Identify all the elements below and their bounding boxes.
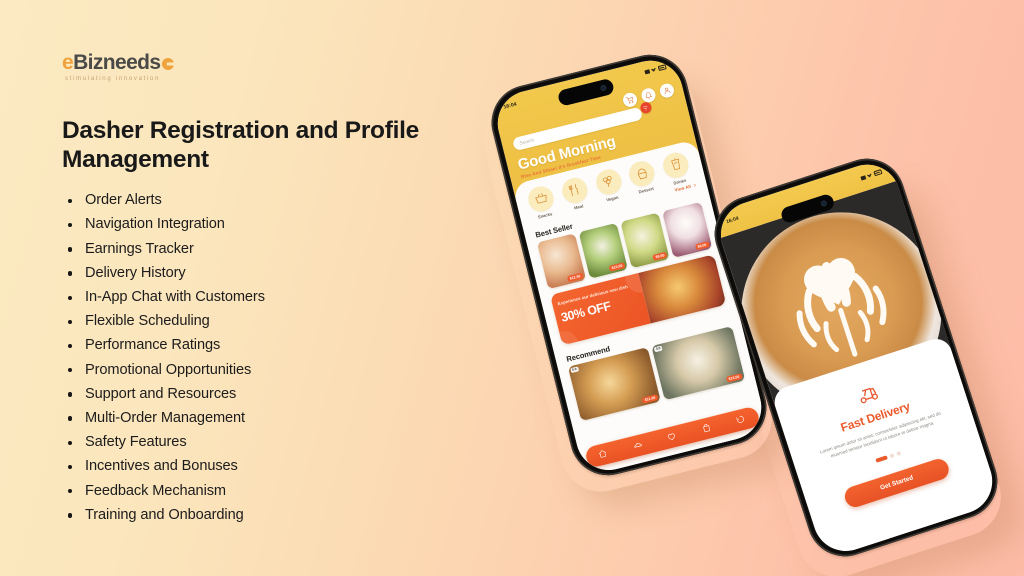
category-dessert[interactable]: Dessert: [623, 157, 662, 196]
page-dot[interactable]: [896, 450, 902, 456]
food-image: [620, 211, 670, 268]
category-meal[interactable]: Meal: [556, 174, 595, 213]
food-card[interactable]: $12.50: [536, 232, 586, 289]
category-vegan[interactable]: Vegan: [590, 166, 629, 205]
status-icons: [859, 169, 882, 181]
category-label: Snacks: [537, 210, 553, 220]
content-sheet: Snacks Meal Vegan Dessert Drinks View Al…: [511, 138, 768, 477]
drink-icon: [660, 149, 691, 180]
phone-mockups: 16:04 Search Good Morning Rise And Shine…: [0, 0, 1024, 576]
broccoli-icon: [593, 166, 624, 197]
order-icon[interactable]: [632, 440, 644, 452]
wifi-icon: [651, 67, 657, 72]
food-card[interactable]: $9.50: [620, 211, 670, 268]
food-image: [662, 201, 712, 258]
status-icons: [643, 64, 667, 75]
category-drinks[interactable]: Drinks: [657, 149, 696, 188]
basket-icon: [525, 183, 556, 214]
signal-icon: [643, 68, 650, 75]
heart-icon[interactable]: [666, 431, 678, 443]
page-dot[interactable]: [889, 452, 895, 458]
history-icon[interactable]: [735, 414, 747, 426]
recommend-row: 5.0 $11.00 5.0 $13.50: [567, 325, 745, 421]
front-camera-icon: [819, 199, 828, 207]
wifi-icon: [866, 173, 872, 178]
page-dot-active[interactable]: [875, 454, 888, 463]
food-image: [578, 222, 628, 279]
promo-image-pizza: [637, 253, 726, 324]
page-indicator: [875, 450, 902, 463]
cutlery-icon: [559, 174, 590, 206]
food-image: [651, 325, 745, 400]
food-card[interactable]: 5.0 $13.50: [651, 325, 745, 400]
battery-icon: [873, 169, 882, 177]
category-label: Meal: [573, 203, 584, 211]
cupcake-icon: [626, 157, 658, 189]
category-snacks[interactable]: Snacks: [522, 182, 561, 221]
chevron-right-icon: [693, 183, 696, 187]
bag-icon[interactable]: [700, 422, 712, 434]
category-label: Vegan: [605, 194, 619, 203]
category-label: Dessert: [638, 185, 655, 195]
get-started-button[interactable]: Get Started: [842, 456, 952, 510]
status-time: 16:04: [725, 215, 740, 225]
status-time: 16:04: [502, 101, 518, 111]
phone-two-screen: 16:04 Fast Delivery Lorem ipsum dolor si…: [711, 155, 1001, 560]
home-icon[interactable]: [597, 448, 609, 460]
battery-icon: [657, 64, 667, 71]
delivery-scooter-icon: [854, 379, 882, 407]
food-card[interactable]: $10.00: [578, 222, 628, 279]
food-card[interactable]: $8.00: [662, 201, 712, 258]
food-image: [536, 232, 586, 289]
signal-icon: [859, 174, 866, 181]
